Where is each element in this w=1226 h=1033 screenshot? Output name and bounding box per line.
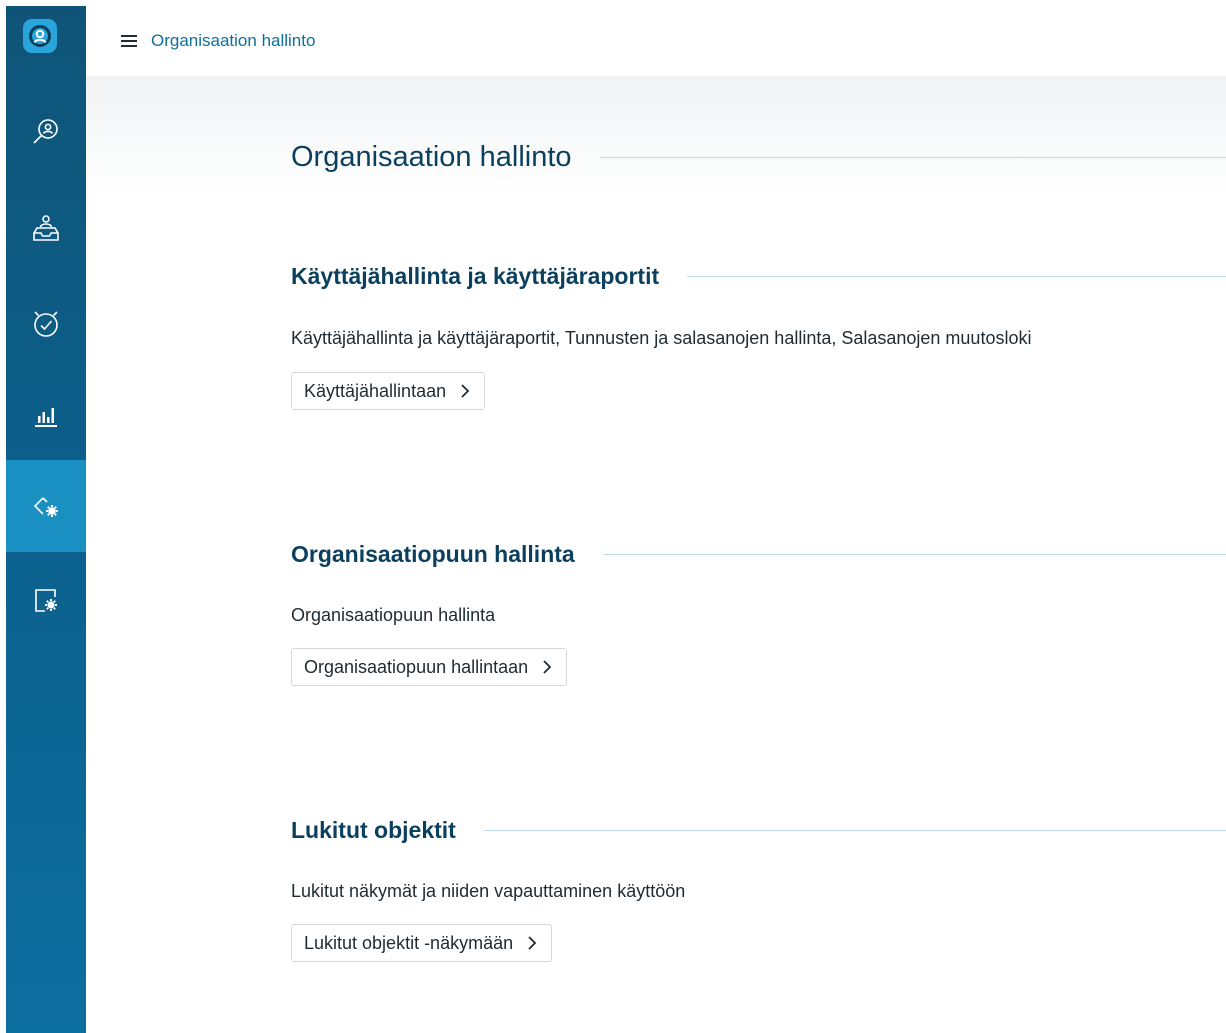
section-title: Organisaatiopuun hallinta <box>291 540 575 567</box>
nav-document-settings[interactable] <box>6 554 86 646</box>
locked-objects-button[interactable]: Lukitut objektit -näkymään <box>291 924 553 962</box>
title-divider <box>599 156 1226 158</box>
sidebar <box>6 6 86 1033</box>
org-tree-button[interactable]: Organisaatiopuun hallintaan <box>291 648 568 686</box>
admin-settings-icon <box>33 497 58 517</box>
section-description: Organisaatiopuun hallinta <box>291 605 496 625</box>
section-description: Lukitut näkymät ja niiden vapauttaminen … <box>291 881 686 901</box>
search-user-icon <box>33 119 58 144</box>
button-label: Organisaatiopuun hallintaan <box>304 656 529 677</box>
button-label: Lukitut objektit -näkymään <box>304 932 514 953</box>
nav-alarm-check[interactable] <box>6 278 86 370</box>
chevron-right-icon <box>527 935 537 951</box>
button-label: Käyttäjähallintaan <box>304 380 447 401</box>
user-management-button[interactable]: Käyttäjähallintaan <box>291 372 486 410</box>
app-logo-icon[interactable] <box>23 19 57 53</box>
inbox-user-icon <box>33 215 59 241</box>
nav-search-user[interactable] <box>6 86 86 178</box>
nav-inbox-user[interactable] <box>6 182 86 274</box>
section-org-tree: Organisaatiopuun hallinta Organisaatiopu… <box>291 536 1226 686</box>
nav-admin-settings[interactable] <box>6 460 86 552</box>
page-title-row: Organisaation hallinto <box>291 130 1226 184</box>
section-description: Käyttäjähallinta ja käyttäjäraportit, Tu… <box>291 328 1032 348</box>
page-title: Organisaation hallinto <box>291 140 572 173</box>
section-divider <box>602 553 1226 555</box>
section-divider <box>687 275 1226 277</box>
top-bar: Organisaation hallinto <box>86 6 1226 76</box>
section-user-management: Käyttäjähallinta ja käyttäjäraportit Käy… <box>291 258 1226 410</box>
main-content: Organisaation hallinto Käyttäjähallinta … <box>291 130 1226 962</box>
section-title: Lukitut objektit <box>291 816 456 843</box>
hamburger-icon[interactable] <box>119 31 139 51</box>
bar-chart-icon <box>35 408 57 427</box>
document-settings-icon <box>35 589 57 612</box>
section-title: Käyttäjähallinta ja käyttäjäraportit <box>291 262 660 289</box>
breadcrumb[interactable]: Organisaation hallinto <box>151 31 315 51</box>
chevron-right-icon <box>542 659 552 675</box>
section-locked-objects: Lukitut objektit Lukitut näkymät ja niid… <box>291 812 1226 962</box>
chevron-right-icon <box>460 383 470 399</box>
alarm-check-icon <box>34 311 58 337</box>
section-divider <box>483 829 1226 831</box>
nav-reports[interactable] <box>6 370 86 462</box>
